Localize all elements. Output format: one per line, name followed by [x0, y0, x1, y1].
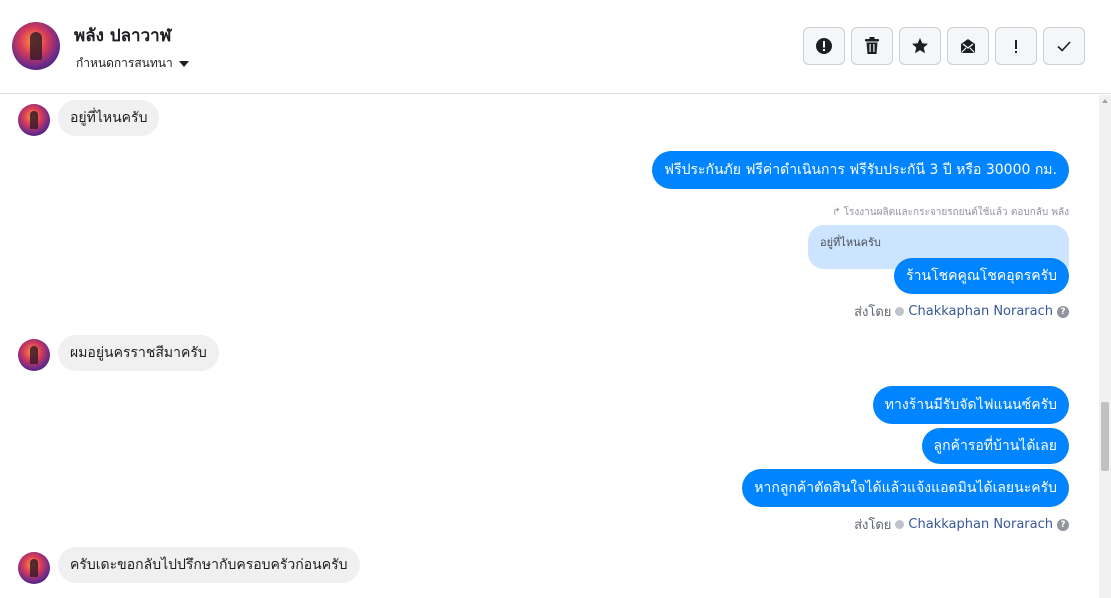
sent-by-prefix: ส่งโดย [854, 305, 892, 320]
assign-conversation-dropdown[interactable]: กำหนดการสนทนา [76, 54, 189, 73]
agent-status-icon [895, 520, 905, 529]
envelope-icon [961, 39, 975, 53]
contact-avatar-small[interactable] [18, 552, 50, 584]
incoming-message[interactable]: ผมอยู่นครราชสีมาครับ [58, 335, 219, 371]
agent-status-icon [895, 307, 905, 316]
done-button[interactable] [1043, 27, 1085, 65]
exclamation-icon [1015, 40, 1017, 53]
caret-down-icon [178, 60, 189, 67]
contact-avatar-small[interactable] [18, 339, 50, 371]
sent-by-prefix: ส่งโดย [854, 518, 892, 533]
scroll-thumb[interactable] [1101, 402, 1109, 471]
outgoing-message[interactable]: ร้านโชคคูณโชคอุดรครับ [894, 258, 1069, 294]
outgoing-message[interactable]: ทางร้านมีรับจัดไฟแนนซ์ครับ [872, 386, 1069, 424]
delete-button[interactable] [851, 27, 893, 65]
scroll-up-arrow-icon[interactable] [1102, 99, 1108, 103]
trash-icon [865, 37, 879, 54]
message-scrollbar[interactable] [1099, 95, 1111, 598]
outgoing-message[interactable]: ฟรีประกันภัย ฟรีค่าดำเนินการ ฟรีรับประกั… [652, 151, 1069, 189]
reply-arrow-icon: ↱ [832, 207, 841, 218]
follow-up-button[interactable] [995, 27, 1037, 65]
star-icon [912, 38, 928, 54]
assign-label: กำหนดการสนทนา [76, 56, 173, 70]
sent-by-info: ส่งโดย Chakkaphan Norarach ? [854, 301, 1069, 322]
spam-button[interactable] [803, 27, 845, 65]
star-button[interactable] [899, 27, 941, 65]
mark-unread-button[interactable] [947, 27, 989, 65]
sent-by-agent[interactable]: Chakkaphan Norarach [908, 517, 1053, 532]
contact-avatar[interactable] [12, 22, 60, 70]
outgoing-message[interactable]: หากลูกค้าตัดสินใจได้แล้วแจ้งแอดมินได้เลย… [742, 469, 1069, 507]
incoming-message[interactable]: อยู่ที่ไหนครับ [58, 100, 160, 136]
reply-indicator: ↱ โรงงานผลิตและกระจายรถยนต์ใช้แล้ว ตอบกล… [832, 205, 1069, 220]
contact-avatar-small[interactable] [18, 104, 50, 136]
sent-by-agent[interactable]: Chakkaphan Norarach [908, 304, 1053, 319]
incoming-message[interactable]: ครับเดะขอกลับไปปรึกษากับครอบครัวก่อนครับ [58, 547, 360, 583]
contact-name[interactable]: พลัง ปลาวาฬ [74, 22, 171, 49]
alert-circle-icon [816, 38, 832, 54]
check-icon [1057, 41, 1071, 52]
reply-indicator-text: โรงงานผลิตและกระจายรถยนต์ใช้แล้ว ตอบกลับ… [843, 207, 1069, 218]
conversation-header: พลัง ปลาวาฬ กำหนดการสนทนา [0, 0, 1111, 94]
help-icon[interactable]: ? [1057, 305, 1069, 318]
message-thread[interactable]: อยู่ที่ไหนครับ ฟรีประกันภัย ฟรีค่าดำเนิน… [0, 95, 1099, 598]
outgoing-message[interactable]: ลูกค้ารอที่บ้านได้เลย [921, 428, 1069, 464]
help-icon[interactable]: ? [1057, 518, 1069, 531]
sent-by-info: ส่งโดย Chakkaphan Norarach ? [854, 514, 1069, 535]
